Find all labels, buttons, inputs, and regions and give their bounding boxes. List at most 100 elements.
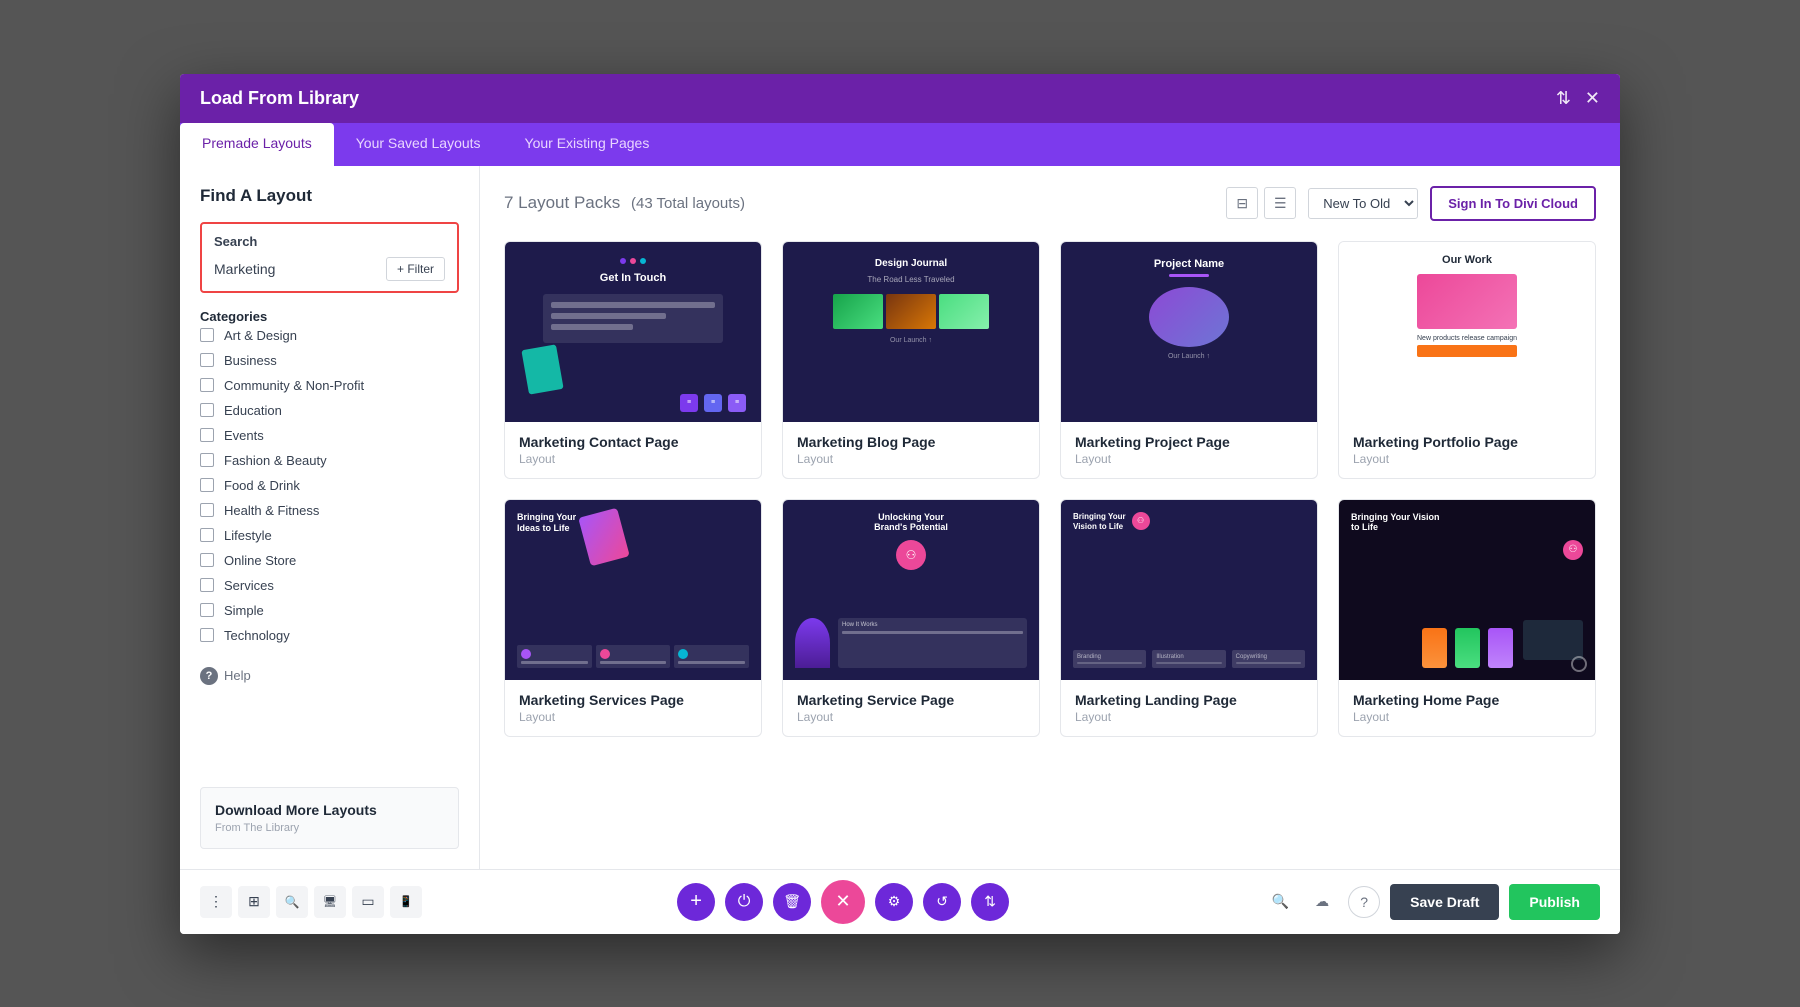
category-technology[interactable]: Technology: [200, 628, 459, 643]
category-label: Lifestyle: [224, 528, 272, 543]
layout-card-landing[interactable]: Bringing YourVision to Life ⚇ Branding: [1060, 499, 1318, 737]
trash-button[interactable]: 🗑: [773, 883, 811, 921]
publish-button[interactable]: Publish: [1509, 884, 1600, 920]
adjust-icon[interactable]: ⇅: [1556, 88, 1571, 109]
category-food[interactable]: Food & Drink: [200, 478, 459, 493]
sort-button[interactable]: ⇅: [971, 883, 1009, 921]
list-view-button[interactable]: ☰: [1264, 187, 1296, 219]
card-thumbnail-service: Unlocking YourBrand's Potential ⚇ How It…: [783, 500, 1039, 680]
category-checkbox[interactable]: [200, 353, 214, 367]
category-label: Fashion & Beauty: [224, 453, 327, 468]
download-title: Download More Layouts: [215, 802, 444, 818]
undo-button[interactable]: ↺: [923, 883, 961, 921]
card-name: Marketing Project Page: [1075, 434, 1303, 450]
tablet-view-button[interactable]: ▭: [352, 886, 384, 918]
search-button[interactable]: 🔍: [276, 886, 308, 918]
desktop-view-button[interactable]: 🖥: [314, 886, 346, 918]
tab-existing[interactable]: Your Existing Pages: [503, 123, 672, 166]
help-link[interactable]: ? Help: [200, 667, 459, 685]
category-checkbox[interactable]: [200, 403, 214, 417]
category-checkbox[interactable]: [200, 528, 214, 542]
layout-card-portfolio[interactable]: Our Work New products release campaign M…: [1338, 241, 1596, 479]
card-name: Marketing Blog Page: [797, 434, 1025, 450]
category-community[interactable]: Community & Non-Profit: [200, 378, 459, 393]
category-services[interactable]: Services: [200, 578, 459, 593]
tab-bar: Premade Layouts Your Saved Layouts Your …: [180, 123, 1620, 166]
card-type: Layout: [797, 452, 1025, 466]
close-icon[interactable]: ✕: [1585, 88, 1600, 109]
add-button[interactable]: +: [677, 883, 715, 921]
layout-count: 7 Layout Packs (43 Total layouts): [504, 193, 745, 213]
grid-button[interactable]: ⊞: [238, 886, 270, 918]
sort-select[interactable]: New To Old Old To New A to Z Z to A: [1308, 188, 1418, 219]
layout-card-services[interactable]: Bringing YourIdeas to Life: [504, 499, 762, 737]
menu-button[interactable]: ⋮: [200, 886, 232, 918]
card-name: Marketing Home Page: [1353, 692, 1581, 708]
settings-button[interactable]: ⚙: [875, 883, 913, 921]
filter-button[interactable]: + Filter: [386, 257, 445, 281]
layout-card-project[interactable]: Project Name Our Launch ↑ Marketing Proj…: [1060, 241, 1318, 479]
category-checkbox[interactable]: [200, 553, 214, 567]
category-checkbox[interactable]: [200, 428, 214, 442]
cloud-icon-button[interactable]: ☁: [1306, 886, 1338, 918]
modal-header: Load From Library ⇅ ✕: [180, 74, 1620, 123]
card-type: Layout: [519, 710, 747, 724]
search-value[interactable]: Marketing: [214, 261, 275, 277]
category-checkbox[interactable]: [200, 628, 214, 642]
toolbar-left: ⋮ ⊞ 🔍 🖥 ▭ 📱: [200, 886, 422, 918]
layout-card-service[interactable]: Unlocking YourBrand's Potential ⚇ How It…: [782, 499, 1040, 737]
help-label: Help: [224, 668, 251, 683]
modal-title: Load From Library: [200, 88, 359, 109]
category-label: Community & Non-Profit: [224, 378, 364, 393]
card-name: Marketing Portfolio Page: [1353, 434, 1581, 450]
category-label: Food & Drink: [224, 478, 300, 493]
sign-in-cloud-button[interactable]: Sign In To Divi Cloud: [1430, 186, 1596, 221]
card-thumbnail-project: Project Name Our Launch ↑: [1061, 242, 1317, 422]
help-icon-button[interactable]: ?: [1348, 886, 1380, 918]
mobile-view-button[interactable]: 📱: [390, 886, 422, 918]
card-info-portfolio: Marketing Portfolio Page Layout: [1339, 422, 1595, 478]
total-layouts: (43 Total layouts): [631, 195, 745, 212]
category-education[interactable]: Education: [200, 403, 459, 418]
category-business[interactable]: Business: [200, 353, 459, 368]
category-label: Technology: [224, 628, 290, 643]
tab-saved[interactable]: Your Saved Layouts: [334, 123, 503, 166]
category-art-design[interactable]: Art & Design: [200, 328, 459, 343]
card-name: Marketing Contact Page: [519, 434, 747, 450]
card-info-contact: Marketing Contact Page Layout: [505, 422, 761, 478]
category-checkbox[interactable]: [200, 603, 214, 617]
layout-grid: Get In Touch ≡ ≡ ≡: [504, 241, 1596, 737]
categories-section: Categories Art & Design Business Communi…: [200, 309, 459, 643]
category-checkbox[interactable]: [200, 378, 214, 392]
card-type: Layout: [1075, 710, 1303, 724]
bottom-toolbar: ⋮ ⊞ 🔍 🖥 ▭ 📱 + ⏻ 🗑 ✕ ⚙ ↺ ⇅ 🔍 ☁ ? Save Dra…: [180, 869, 1620, 934]
layout-card-blog[interactable]: Design Journal The Road Less Traveled Ou…: [782, 241, 1040, 479]
card-info-services: Marketing Services Page Layout: [505, 680, 761, 736]
search-icon-button[interactable]: 🔍: [1264, 886, 1296, 918]
power-button[interactable]: ⏻: [725, 883, 763, 921]
category-checkbox[interactable]: [200, 503, 214, 517]
save-draft-button[interactable]: Save Draft: [1390, 884, 1499, 920]
category-simple[interactable]: Simple: [200, 603, 459, 618]
search-label: Search: [214, 234, 445, 249]
category-events[interactable]: Events: [200, 428, 459, 443]
category-lifestyle[interactable]: Lifestyle: [200, 528, 459, 543]
category-label: Art & Design: [224, 328, 297, 343]
grid-view-button[interactable]: ⊟: [1226, 187, 1258, 219]
category-checkbox[interactable]: [200, 328, 214, 342]
category-fashion[interactable]: Fashion & Beauty: [200, 453, 459, 468]
layout-card-contact[interactable]: Get In Touch ≡ ≡ ≡: [504, 241, 762, 479]
tab-premade[interactable]: Premade Layouts: [180, 123, 334, 166]
category-checkbox[interactable]: [200, 478, 214, 492]
modal-body: Find A Layout Search Marketing + Filter …: [180, 166, 1620, 869]
view-toggle: ⊟ ☰: [1226, 187, 1296, 219]
card-info-blog: Marketing Blog Page Layout: [783, 422, 1039, 478]
category-checkbox[interactable]: [200, 578, 214, 592]
category-online-store[interactable]: Online Store: [200, 553, 459, 568]
layout-card-home[interactable]: Bringing Your Visionto Life ⚇: [1338, 499, 1596, 737]
category-health[interactable]: Health & Fitness: [200, 503, 459, 518]
category-label: Events: [224, 428, 264, 443]
close-x-button[interactable]: ✕: [821, 880, 865, 924]
category-checkbox[interactable]: [200, 453, 214, 467]
card-info-project: Marketing Project Page Layout: [1061, 422, 1317, 478]
